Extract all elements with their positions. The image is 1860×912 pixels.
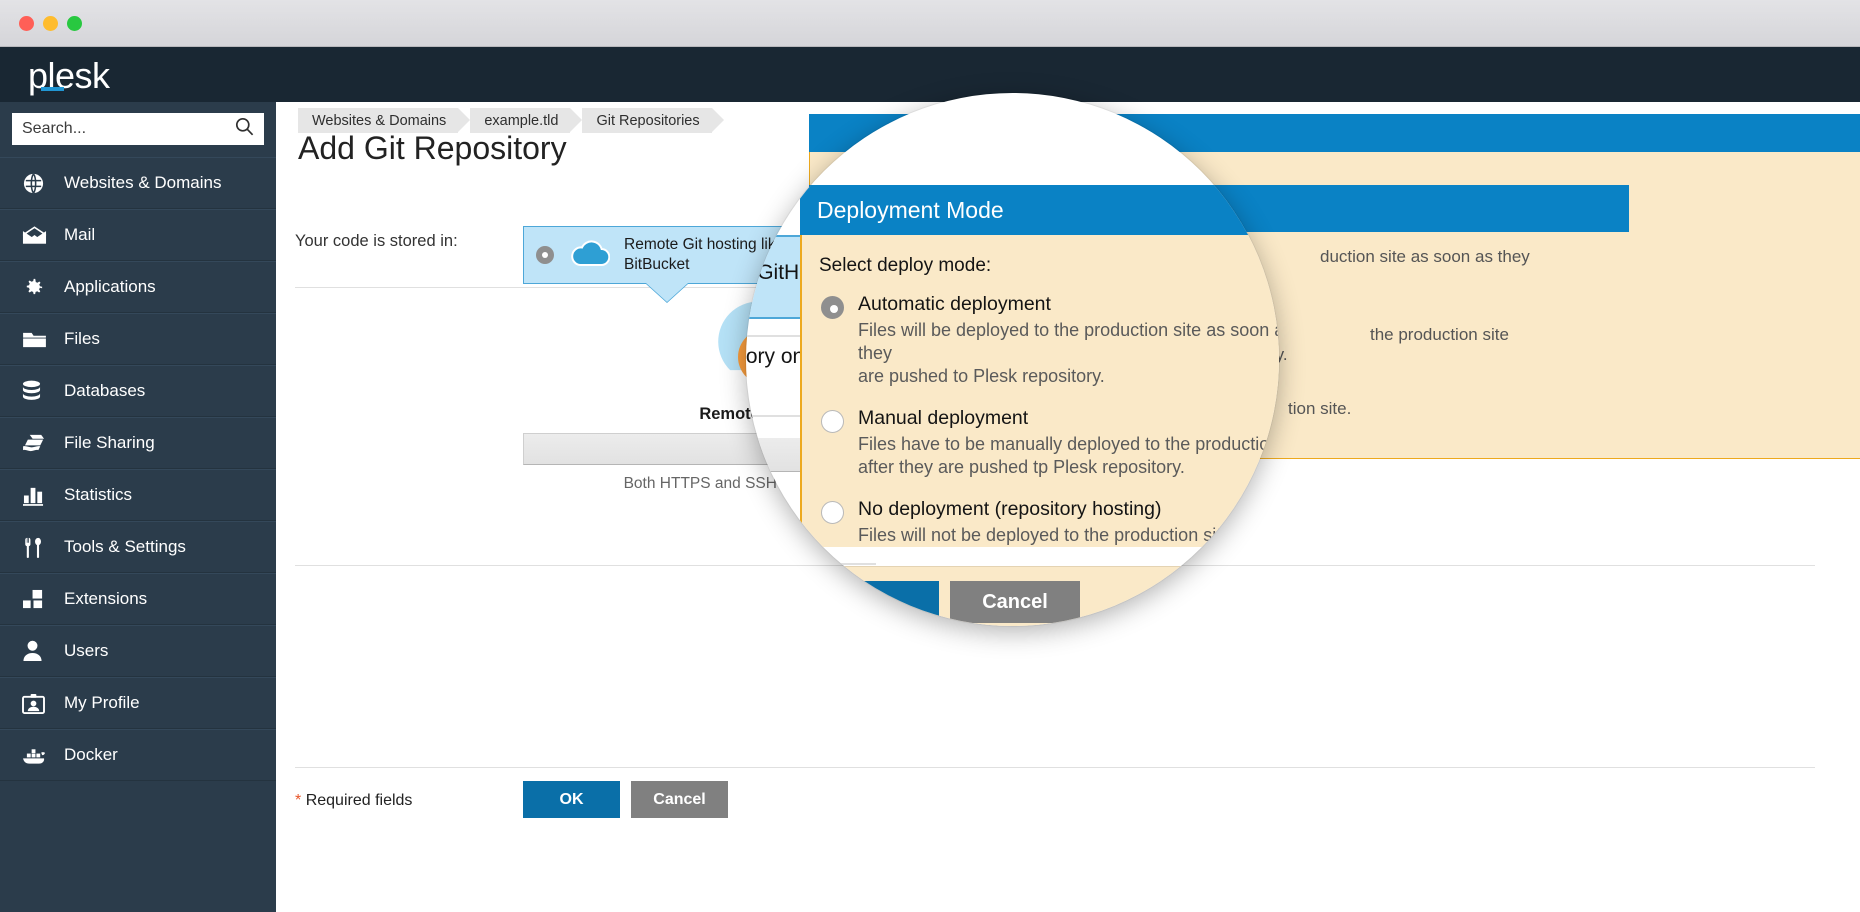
bg-fragment-4: tion site.: [1288, 399, 1351, 419]
required-fields-note: * Required fields: [295, 792, 412, 810]
sidebar-nav: Websites & Domains Mail Applications File…: [0, 157, 276, 781]
sidebar-item-label: My Profile: [64, 693, 140, 713]
plesk-logo[interactable]: plesk: [28, 55, 110, 97]
ok-button[interactable]: OK: [523, 781, 620, 818]
blocks-icon: [22, 587, 50, 611]
storage-label: Your code is stored in:: [295, 232, 458, 251]
sidebar-item-label: Docker: [64, 745, 118, 765]
required-fields-label: Required fields: [306, 792, 413, 809]
storage-option-radio[interactable]: [536, 246, 554, 264]
sidebar-item-file-sharing[interactable]: File Sharing: [0, 417, 276, 469]
deploy-mode-radio-2[interactable]: [821, 501, 844, 524]
sidebar-item-label: Databases: [64, 381, 145, 401]
sidebar-item-my-profile[interactable]: My Profile: [0, 677, 276, 729]
sidebar-item-mail[interactable]: Mail: [0, 209, 276, 261]
deploy-mode-option-2[interactable]: No deployment (repository hosting) Files …: [819, 498, 1279, 547]
id-card-icon: [22, 691, 50, 715]
deploy-mode-title-1: Manual deployment: [858, 407, 1279, 430]
magnifier-lens: ing like GitHub tory on s are supported.…: [746, 93, 1279, 626]
globe-icon: [22, 171, 50, 195]
cancel-button[interactable]: Cancel: [631, 781, 728, 818]
docker-icon: [22, 743, 50, 767]
deploy-mode-desc-2-line1: Files will not be deployed to the produc…: [858, 524, 1279, 547]
close-window-button[interactable]: [19, 16, 34, 31]
magnified-local-heading: tory on: [746, 345, 804, 369]
page-title: Add Git Repository: [298, 130, 567, 167]
cloud-icon: [570, 240, 610, 271]
sidebar-item-applications[interactable]: Applications: [0, 261, 276, 313]
deploy-mode-option-1[interactable]: Manual deployment Files have to be manual…: [819, 407, 1279, 479]
deploy-mode-desc-0-line2: are pushed to Plesk repository.: [858, 365, 1279, 388]
sidebar-item-label: Mail: [64, 225, 95, 245]
sidebar-item-label: Files: [64, 329, 100, 349]
logo-underline-icon: [41, 87, 64, 91]
search-input[interactable]: [22, 120, 231, 138]
sidebar: Websites & Domains Mail Applications File…: [0, 102, 276, 912]
dialog-title: Deployment Mode: [800, 185, 1279, 235]
search-icon: [235, 117, 254, 141]
section-divider-footer: [295, 767, 1815, 768]
tools-icon: [22, 535, 50, 559]
sidebar-item-users[interactable]: Users: [0, 625, 276, 677]
bg-fragment-1: duction site as soon as they: [1320, 247, 1530, 267]
deploy-mode-desc-1-line1: Files have to be manually deployed to th…: [858, 433, 1279, 456]
user-icon: [22, 639, 50, 663]
dialog-prompt: Select deploy mode:: [819, 255, 1279, 277]
deploy-mode-radio-0[interactable]: [821, 296, 844, 319]
maximize-window-button[interactable]: [67, 16, 82, 31]
dialog-footer: Ok Cancel: [800, 566, 1279, 626]
sidebar-item-label: Websites & Domains: [64, 173, 221, 193]
bar-chart-icon: [22, 483, 50, 507]
sidebar-item-docker[interactable]: Docker: [0, 729, 276, 781]
deploy-mode-radio-1[interactable]: [821, 410, 844, 433]
deploy-mode-desc-0-line1: Files will be deployed to the production…: [858, 319, 1279, 365]
dialog-ok-button[interactable]: Ok: [802, 581, 939, 623]
sidebar-item-label: Users: [64, 641, 108, 661]
sidebar-item-statistics[interactable]: Statistics: [0, 469, 276, 521]
sidebar-item-tools-settings[interactable]: Tools & Settings: [0, 521, 276, 573]
bg-fragment-2: the production site: [1370, 325, 1509, 345]
folder-icon: [22, 327, 50, 351]
deployment-mode-dialog: Deployment Mode Select deploy mode: Auto…: [800, 185, 1279, 626]
deploy-mode-title-0: Automatic deployment: [858, 293, 1279, 316]
deploy-mode-options: Automatic deployment Files will be deploy…: [819, 293, 1279, 547]
sidebar-item-databases[interactable]: Databases: [0, 365, 276, 417]
sidebar-item-label: File Sharing: [64, 433, 155, 453]
sidebar-item-websites-domains[interactable]: Websites & Domains: [0, 157, 276, 209]
sidebar-search-wrap: [0, 102, 276, 157]
deploy-mode-desc-1-line2: after they are pushed tp Plesk repositor…: [858, 456, 1279, 479]
file-sharing-icon: [22, 431, 50, 455]
sidebar-item-extensions[interactable]: Extensions: [0, 573, 276, 625]
app-root: plesk Websites & Domains Mail Applicatio…: [0, 0, 1860, 912]
deploy-mode-option-0[interactable]: Automatic deployment Files will be deploy…: [819, 293, 1279, 388]
sidebar-item-files[interactable]: Files: [0, 313, 276, 365]
required-star-icon: *: [295, 792, 301, 809]
envelope-icon: [22, 223, 50, 247]
magnifier-content: ing like GitHub tory on s are supported.…: [746, 93, 1279, 626]
window-titlebar: [0, 0, 1860, 47]
tile-pointer-icon: [646, 283, 688, 302]
window-controls: [19, 16, 82, 31]
sidebar-item-label: Statistics: [64, 485, 132, 505]
dialog-cancel-button[interactable]: Cancel: [950, 581, 1080, 623]
dialog-body: Select deploy mode: Automatic deployment…: [800, 235, 1279, 547]
sidebar-item-label: Applications: [64, 277, 156, 297]
database-icon: [22, 379, 50, 403]
minimize-window-button[interactable]: [43, 16, 58, 31]
sidebar-item-label: Tools & Settings: [64, 537, 186, 557]
breadcrumb-item-2[interactable]: Git Repositories: [582, 108, 711, 133]
search-box[interactable]: [12, 113, 264, 145]
gear-icon: [22, 275, 50, 299]
deploy-mode-title-2: No deployment (repository hosting): [858, 498, 1279, 521]
sidebar-item-label: Extensions: [64, 589, 147, 609]
